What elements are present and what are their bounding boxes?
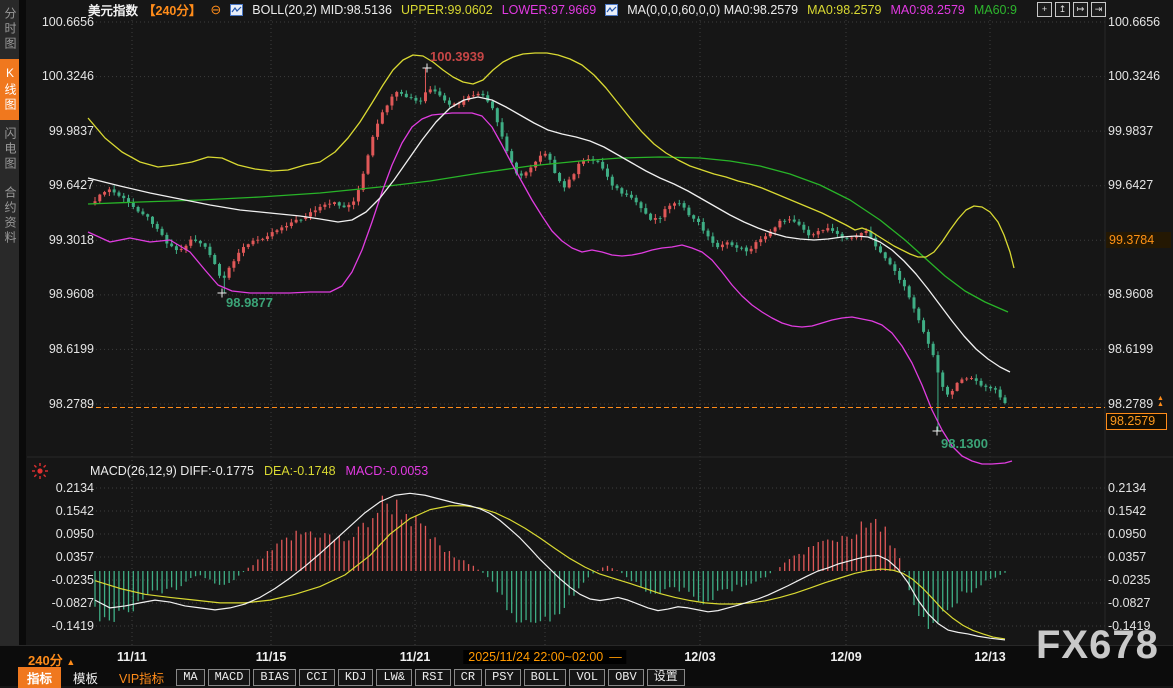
- chart-header: 美元指数 【240分】 ⊖ BOLL(20,2) MID:98.5136 UPP…: [88, 2, 1017, 17]
- price-label-left: 99.9837: [30, 124, 94, 139]
- macd-label-right: 0.1542: [1108, 504, 1173, 519]
- macd-label-right: 0.0357: [1108, 550, 1173, 565]
- indicator-button-kdj[interactable]: KDJ: [338, 669, 374, 686]
- macd-label-right: -0.0235: [1108, 573, 1173, 588]
- price-label-left: 98.6199: [30, 342, 94, 357]
- indicator-button-cr[interactable]: CR: [454, 669, 482, 686]
- price-label-left: 100.6656: [30, 15, 94, 30]
- sidebar: 分时图K线图闪电图合约资料: [0, 0, 19, 645]
- macd-label-left: 0.0357: [30, 550, 94, 565]
- price-label-left: 98.9608: [30, 287, 94, 302]
- time-tick: 12/03: [684, 650, 715, 664]
- indicator-button-psy[interactable]: PSY: [485, 669, 521, 686]
- indicator-button-boll[interactable]: BOLL: [524, 669, 567, 686]
- indicator-button-ma[interactable]: MA: [176, 669, 204, 686]
- time-tick: 12/09: [830, 650, 861, 664]
- price-label-left: 98.2789: [30, 397, 94, 412]
- indicator-alert-icon[interactable]: [31, 462, 49, 480]
- chart-canvas[interactable]: [0, 0, 1173, 685]
- time-tick: 11/15: [256, 650, 287, 664]
- indicator-button-obv[interactable]: OBV: [608, 669, 644, 686]
- sidebar-tab-3[interactable]: 闪电图: [0, 120, 19, 179]
- indicator-button-lw&[interactable]: LW&: [376, 669, 412, 686]
- trading-app: 分时图K线图闪电图合约资料 美元指数 【240分】 ⊖ BOLL(20,2) M…: [0, 0, 1173, 685]
- time-tick: 11/21: [400, 650, 431, 664]
- sidebar-tab-2[interactable]: K线图: [0, 59, 19, 120]
- scale-right-icon[interactable]: ↦: [1073, 2, 1088, 17]
- ma-chart-icon[interactable]: [605, 4, 618, 16]
- macd-label-left: -0.0827: [30, 596, 94, 611]
- ma0-yellow-value: MA0:98.2579: [807, 3, 881, 17]
- last-price-badge: 98.2579: [1106, 413, 1167, 430]
- price-label-right: 100.3246: [1108, 69, 1173, 84]
- time-tick: 11/11: [117, 650, 147, 664]
- indicator-button-cci[interactable]: CCI: [299, 669, 335, 686]
- macd-dea-value: DEA:-0.1748: [264, 464, 336, 478]
- boll-values: BOLL(20,2) MID:98.5136: [252, 3, 392, 17]
- pane-detach-icon[interactable]: ⇥: [1091, 2, 1106, 17]
- period-label: 240分: [28, 653, 63, 668]
- annotation-low-end: 98.1300: [941, 436, 988, 451]
- chart-toolbar-icons: +↥↦⇥: [1037, 2, 1106, 17]
- indicator-button-rsi[interactable]: RSI: [415, 669, 451, 686]
- price-label-right: 100.6656: [1108, 15, 1173, 30]
- macd-header: MACD(26,12,9) DIFF:-0.1775 DEA:-0.1748 M…: [90, 464, 428, 478]
- boll-upper-value: UPPER:99.0602: [401, 3, 493, 17]
- indicator-button-macd[interactable]: MACD: [208, 669, 251, 686]
- ma60-value: MA60:9: [974, 3, 1017, 17]
- price-label-right: 98.6199: [1108, 342, 1173, 357]
- price-label-right: 99.6427: [1108, 178, 1173, 193]
- collapse-icon[interactable]: ⊖: [210, 2, 221, 18]
- sidebar-divider: [19, 0, 26, 645]
- crosshair-icon[interactable]: +: [1037, 2, 1052, 17]
- annotation-high: 100.3939: [430, 49, 484, 64]
- boll-chart-icon[interactable]: [230, 4, 243, 16]
- price-label-left: 99.3018: [30, 233, 94, 248]
- price-marker-badge: 99.3784: [1106, 232, 1171, 248]
- ma-values: MA(0,0,0,60,0,0) MA0:98.2579: [627, 3, 798, 17]
- indicator-button-bias[interactable]: BIAS: [253, 669, 296, 686]
- price-alert-icon[interactable]: ▲▲: [1157, 396, 1164, 408]
- annotation-low-mid: 98.9877: [226, 295, 273, 310]
- range-dash-icon: —: [609, 650, 622, 664]
- price-label-left: 100.3246: [30, 69, 94, 84]
- macd-title: MACD(26,12,9) DIFF:-0.1775: [90, 464, 254, 478]
- macd-label-left: -0.0235: [30, 573, 94, 588]
- macd-label-left: -0.1419: [30, 619, 94, 634]
- boll-lower-value: LOWER:97.9669: [502, 3, 597, 17]
- macd-label-left: 0.1542: [30, 504, 94, 519]
- scale-up-icon[interactable]: ↥: [1055, 2, 1070, 17]
- period-arrow-icon: ▲: [66, 657, 75, 667]
- macd-label-right: -0.0827: [1108, 596, 1173, 611]
- time-tick: 12/13: [974, 650, 1005, 664]
- watermark: FX678: [1036, 623, 1159, 668]
- macd-label-right: 0.0950: [1108, 527, 1173, 542]
- time-range-badge[interactable]: 2025/11/24 22:00~02:00—: [463, 650, 626, 664]
- ma0-magenta-value: MA0:98.2579: [890, 3, 964, 17]
- macd-value: MACD:-0.0053: [346, 464, 429, 478]
- price-label-right: 98.9608: [1108, 287, 1173, 302]
- indicator-button-vol[interactable]: VOL: [569, 669, 605, 686]
- macd-label-left: 0.2134: [30, 481, 94, 496]
- sidebar-tab-1[interactable]: 分时图: [0, 0, 19, 59]
- macd-label-left: 0.0950: [30, 527, 94, 542]
- sidebar-tab-4[interactable]: 合约资料: [0, 179, 19, 253]
- macd-label-right: 0.2134: [1108, 481, 1173, 496]
- symbol-name: 美元指数: [88, 0, 138, 19]
- price-label-left: 99.6427: [30, 178, 94, 193]
- indicator-button-设置[interactable]: 设置: [647, 669, 685, 686]
- period-badge: 【240分】: [143, 0, 201, 19]
- price-label-right: 99.9837: [1108, 124, 1173, 139]
